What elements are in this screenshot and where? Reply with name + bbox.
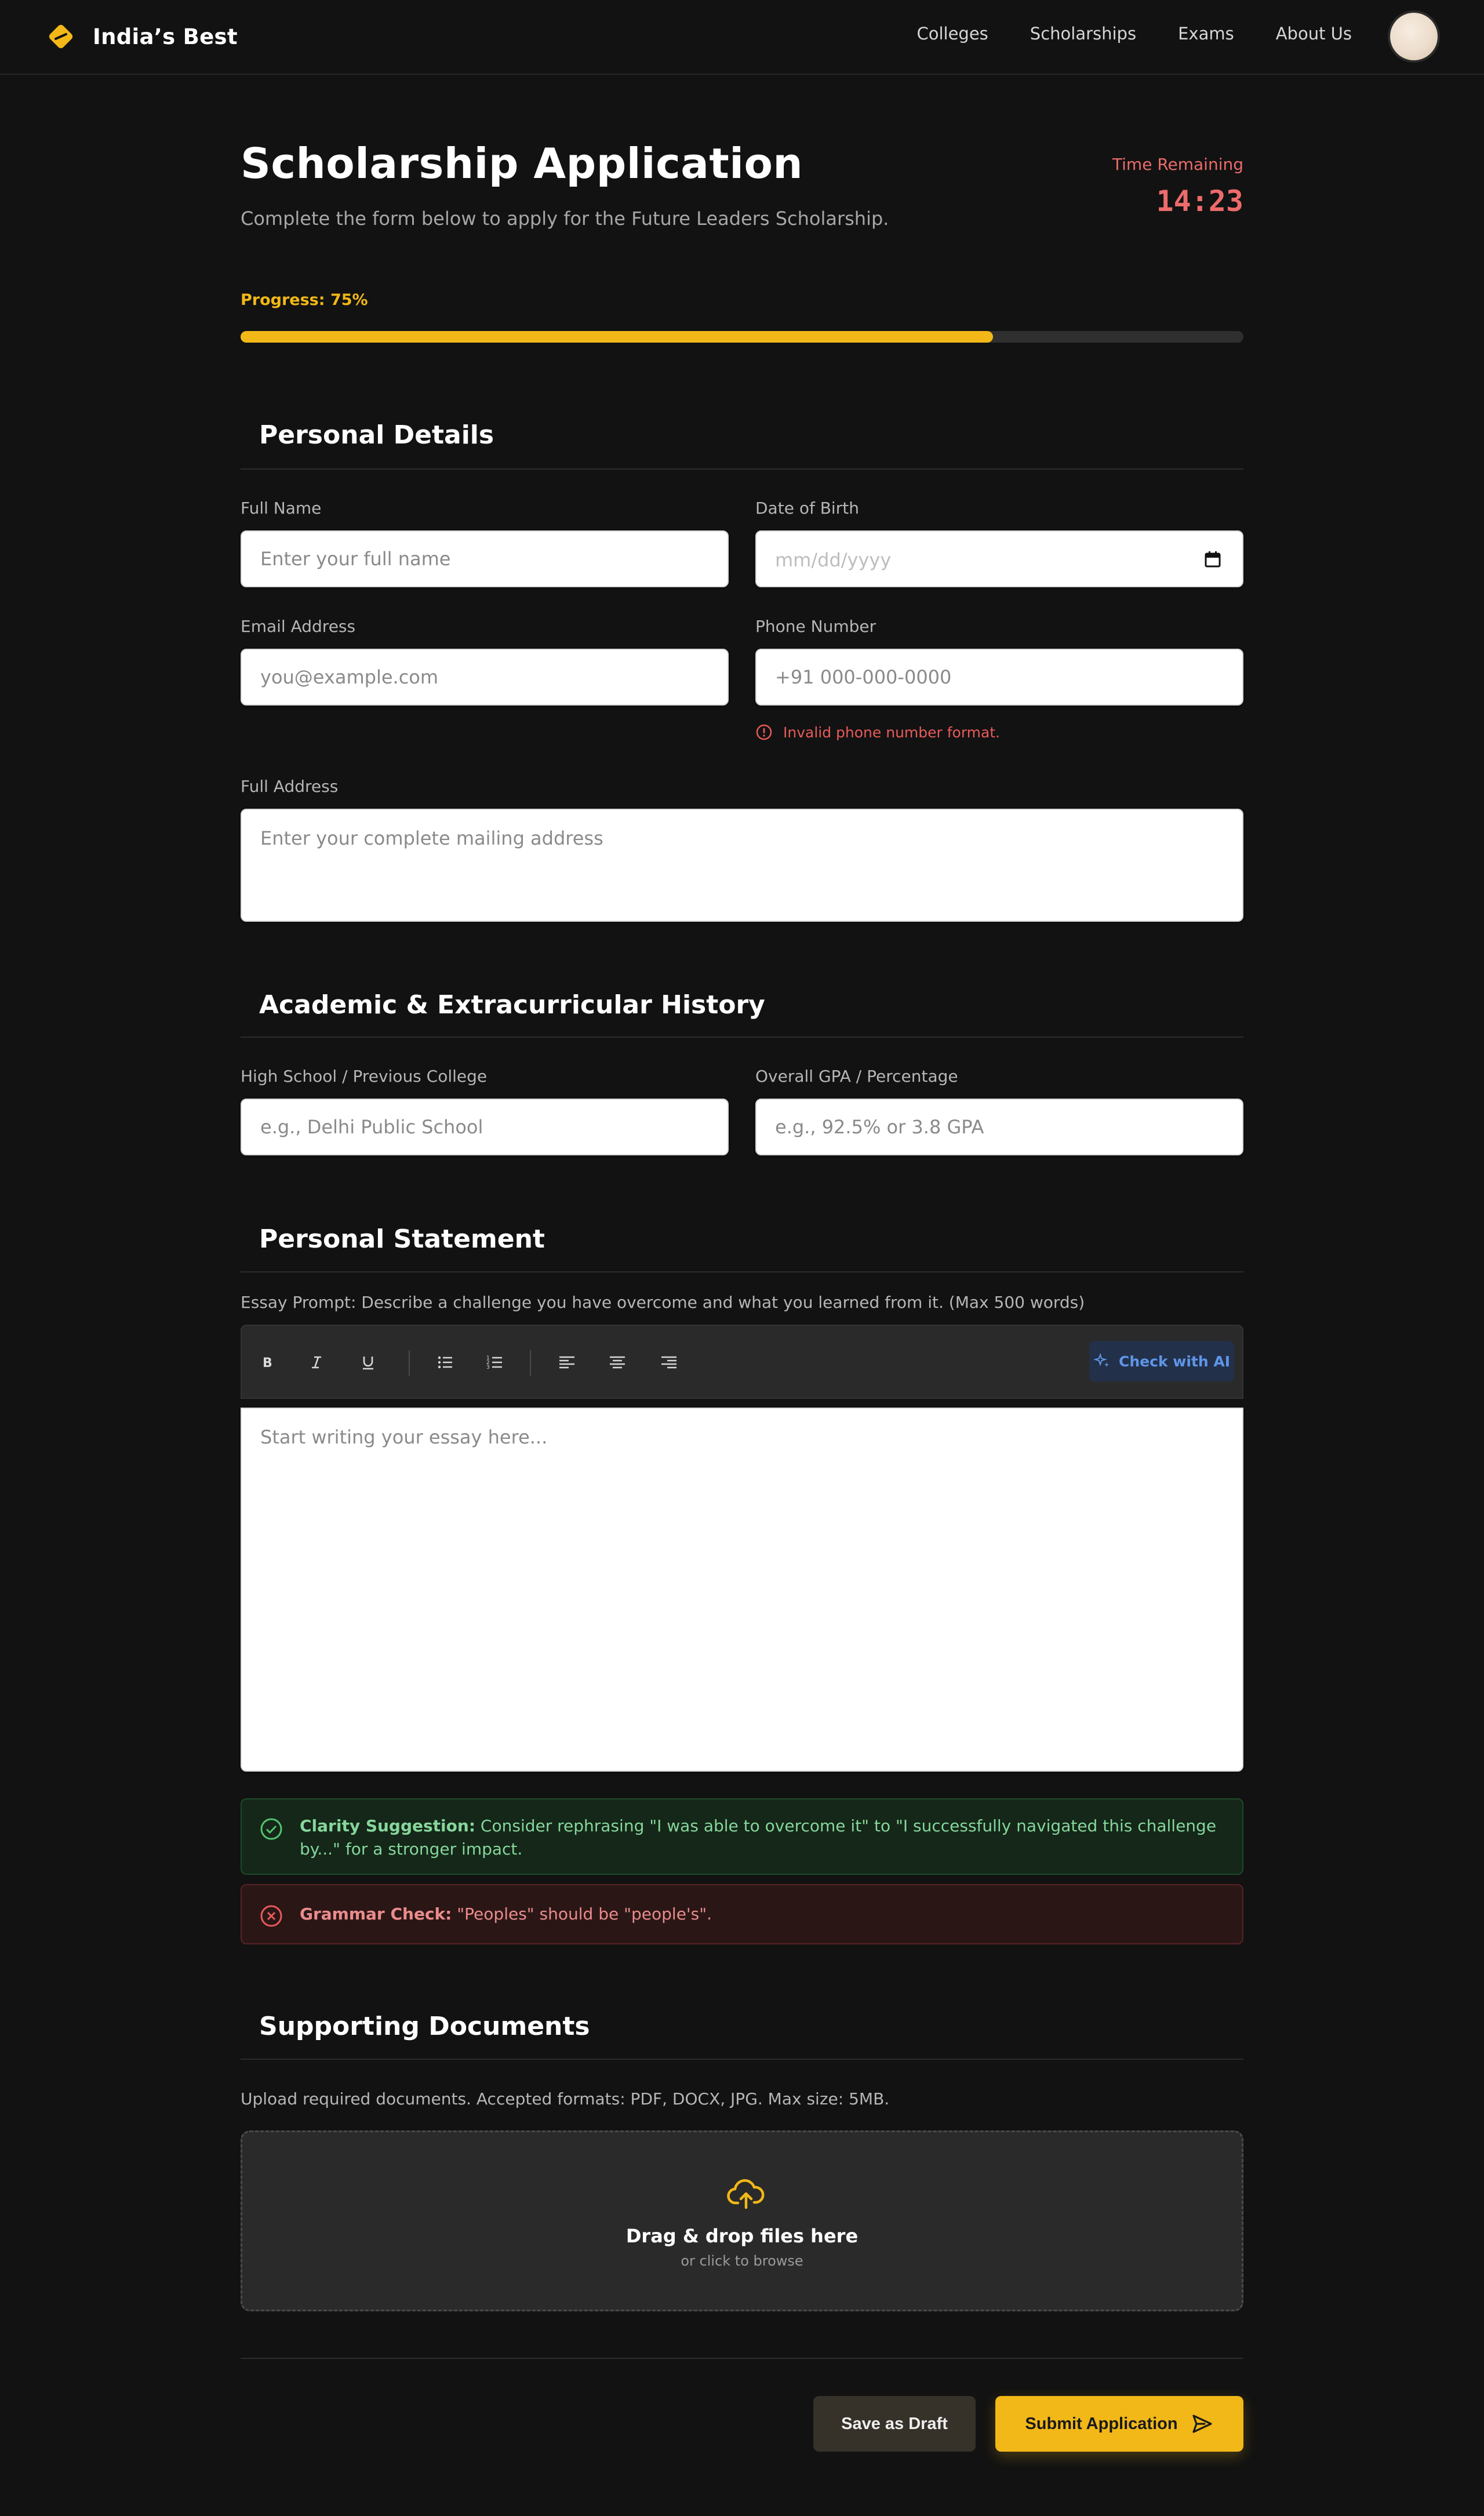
bullet-list-button[interactable]: [431, 1348, 460, 1377]
gpa-label: Overall GPA / Percentage: [755, 1067, 958, 1086]
underline-button[interactable]: [354, 1348, 383, 1377]
dob-input[interactable]: mm/dd/yyyy: [755, 530, 1243, 587]
svg-text:B: B: [263, 1356, 272, 1370]
submit-application-button[interactable]: Submit Application: [995, 2396, 1243, 2452]
align-center-icon: [610, 1356, 625, 1369]
align-left-icon: [559, 1356, 574, 1369]
file-dropzone[interactable]: Drag & drop files here or click to brows…: [241, 2130, 1243, 2311]
numbered-list-button[interactable]: 1 2 3: [481, 1348, 510, 1377]
timer-value: 14:23: [1156, 184, 1243, 218]
x-circle-icon: [260, 1905, 282, 1927]
toolbar-separator: [409, 1350, 410, 1376]
address-label: Full Address: [241, 777, 339, 796]
page-subtitle: Complete the form below to apply for the…: [241, 208, 889, 230]
email-input[interactable]: [241, 649, 729, 706]
upload-note: Upload required documents. Accepted form…: [241, 2089, 890, 2108]
numbered-list-icon: 1 2 3: [486, 1355, 502, 1370]
essay-prompt: Essay Prompt: Describe a challenge you h…: [241, 1293, 1085, 1312]
essay-input[interactable]: [241, 1408, 1243, 1772]
section-divider: [241, 2059, 1243, 2060]
brand[interactable]: India’s Best: [46, 22, 238, 51]
check-with-ai-button[interactable]: Check with AI: [1089, 1341, 1234, 1381]
submit-application-label: Submit Application: [1025, 2414, 1178, 2433]
grammar-check-body: "Peoples" should be "people's".: [452, 1904, 712, 1924]
timer-label: Time Remaining: [1112, 155, 1243, 174]
progress-fill: [241, 331, 993, 343]
address-input[interactable]: [241, 809, 1243, 922]
nav-link-colleges[interactable]: Colleges: [916, 24, 988, 43]
brand-name: India’s Best: [93, 24, 238, 49]
sparkle-icon: [1093, 1352, 1109, 1367]
user-avatar[interactable]: [1390, 13, 1438, 60]
save-draft-button[interactable]: Save as Draft: [813, 2396, 976, 2452]
phone-error: Invalid phone number format.: [755, 723, 1000, 741]
section-title-academic: Academic & Extracurricular History: [259, 990, 765, 1020]
bold-button[interactable]: B: [252, 1348, 281, 1377]
school-label: High School / Previous College: [241, 1067, 488, 1086]
email-label: Email Address: [241, 617, 356, 636]
full-name-input[interactable]: [241, 530, 729, 587]
underline-icon: [363, 1357, 373, 1370]
top-nav: India’s Best Colleges Scholarships Exams…: [0, 0, 1484, 75]
editor-toolbar: B 1 2 3 Check with AI: [241, 1325, 1243, 1399]
progress-label: Progress: 75%: [241, 291, 368, 309]
progress-bar: [241, 331, 1243, 343]
italic-icon: [312, 1356, 321, 1369]
school-input[interactable]: [241, 1099, 729, 1155]
italic-button[interactable]: [302, 1348, 331, 1377]
cloud-upload-icon: [727, 2179, 765, 2209]
section-divider: [241, 468, 1243, 470]
bullet-list-icon: [438, 1356, 452, 1369]
svg-text:3: 3: [486, 1365, 490, 1370]
check-circle-icon: [260, 1818, 282, 1840]
gpa-input[interactable]: [755, 1099, 1243, 1155]
section-title-personal-statement: Personal Statement: [259, 1224, 545, 1254]
section-divider: [241, 1271, 1243, 1272]
grammar-check-heading: Grammar Check:: [300, 1904, 452, 1924]
align-right-button[interactable]: [654, 1348, 683, 1377]
align-left-button[interactable]: [552, 1348, 581, 1377]
nav-link-scholarships[interactable]: Scholarships: [1030, 24, 1136, 43]
dropzone-title: Drag & drop files here: [625, 2225, 859, 2247]
dob-placeholder: mm/dd/yyyy: [775, 549, 892, 571]
footer-divider: [241, 2358, 1243, 2359]
nav-links: Colleges Scholarships Exams About Us: [916, 24, 1352, 43]
clarity-suggestion-text: Clarity Suggestion: Consider rephrasing …: [300, 1815, 1225, 1861]
error-circle-icon: [756, 724, 772, 740]
clarity-suggestion: Clarity Suggestion: Consider rephrasing …: [241, 1798, 1243, 1875]
clarity-suggestion-heading: Clarity Suggestion:: [300, 1816, 476, 1835]
bold-icon: B: [263, 1356, 272, 1370]
check-with-ai-label: Check with AI: [1118, 1352, 1231, 1370]
calendar-icon[interactable]: [1204, 550, 1221, 569]
align-center-button[interactable]: [603, 1348, 632, 1377]
nav-link-about-us[interactable]: About Us: [1276, 24, 1352, 43]
page-title: Scholarship Application: [241, 139, 803, 188]
dropzone-subtitle: or click to browse: [681, 2253, 803, 2269]
section-title-supporting-documents: Supporting Documents: [259, 2012, 590, 2041]
phone-label: Phone Number: [755, 617, 876, 636]
align-right-icon: [661, 1356, 676, 1369]
section-title-personal-details: Personal Details: [259, 420, 494, 450]
nav-link-exams[interactable]: Exams: [1178, 24, 1234, 43]
brand-logo-icon: [49, 24, 73, 49]
phone-error-text: Invalid phone number format.: [783, 723, 1001, 741]
section-divider: [241, 1037, 1243, 1038]
grammar-check: Grammar Check: "Peoples" should be "peop…: [241, 1884, 1243, 1944]
phone-input[interactable]: [755, 649, 1243, 706]
toolbar-separator: [530, 1350, 531, 1376]
full-name-label: Full Name: [241, 499, 322, 518]
dob-label: Date of Birth: [755, 499, 859, 518]
grammar-check-text: Grammar Check: "Peoples" should be "peop…: [300, 1903, 712, 1926]
send-icon: [1192, 2415, 1212, 2433]
